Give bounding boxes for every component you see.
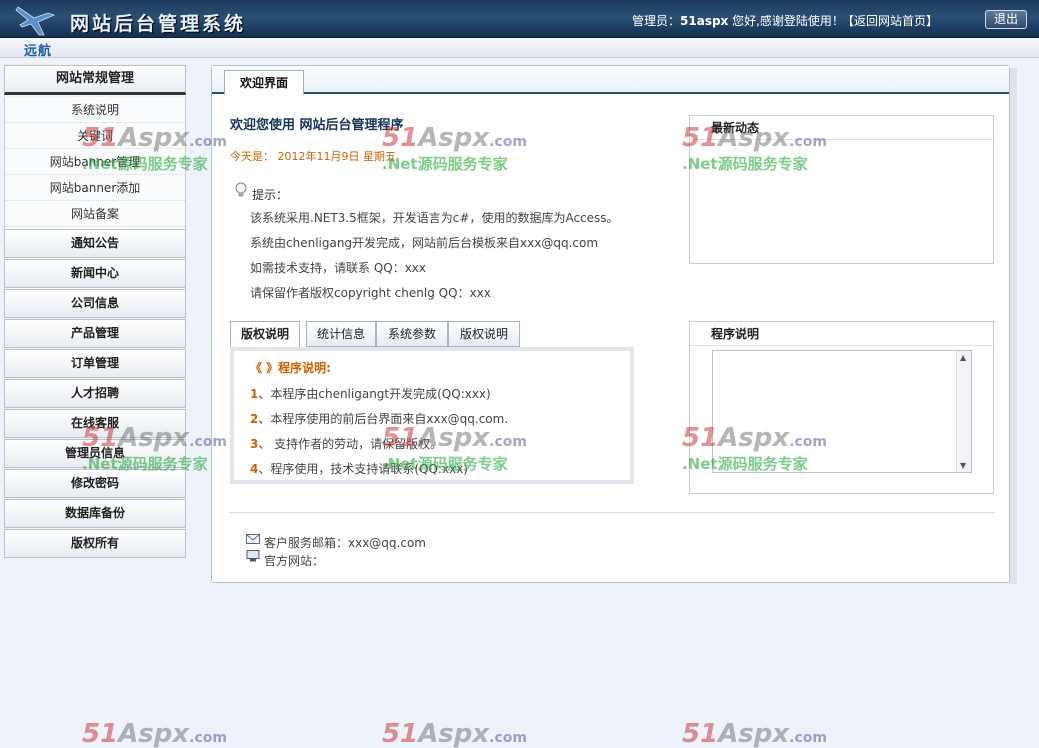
footer-divider bbox=[230, 512, 994, 513]
sidebar-item-orders[interactable]: 订单管理 bbox=[4, 349, 186, 378]
sidebar-sub-icp[interactable]: 网站备案 bbox=[5, 201, 185, 227]
watermark-com: .com bbox=[189, 730, 227, 746]
back-to-site-link[interactable]: 【返回网站首页】 bbox=[842, 12, 938, 29]
sidebar-sub-system-info[interactable]: 系统说明 bbox=[5, 97, 185, 123]
watermark-num: 51 bbox=[682, 719, 719, 748]
watermark-com: .com bbox=[789, 730, 827, 746]
main-panel-shadow bbox=[1009, 68, 1017, 584]
plane-icon bbox=[15, 6, 56, 36]
top-header: 网站后台管理系统 管理员：51aspx 您好,感谢登陆使用！ 【返回网站首页】 … bbox=[0, 0, 1039, 38]
sidebar-item-company[interactable]: 公司信息 bbox=[4, 289, 186, 318]
today-prefix: 今天是： bbox=[230, 150, 274, 163]
watermark: 51Aspx.com bbox=[682, 719, 827, 748]
sidebar-item-change-password[interactable]: 修改密码 bbox=[4, 469, 186, 498]
sidebar-item-products[interactable]: 产品管理 bbox=[4, 319, 186, 348]
sidebar-item-db-backup[interactable]: 数据库备份 bbox=[4, 499, 186, 528]
system-title: 网站后台管理系统 bbox=[70, 13, 247, 35]
scroll-down-icon[interactable]: ▼ bbox=[960, 461, 966, 470]
program-box: 程序说明 ▲ ▼ bbox=[689, 321, 994, 494]
today-value: 2012年11月9日 星期五 bbox=[277, 150, 397, 163]
tip-line-framework: 该系统采用.NET3.5框架，开发语言为c#，使用的数据库为Access。 bbox=[250, 211, 619, 225]
textarea-scrollbar[interactable]: ▲ ▼ bbox=[956, 351, 971, 472]
main-panel: 欢迎界面 欢迎您使用 网站后台管理程序 今天是： 2012年11月9日 星期五 … bbox=[211, 65, 1010, 583]
footer-email: 客户服务邮箱：xxx@qq.com bbox=[264, 536, 426, 550]
sidebar-item-online-service[interactable]: 在线客服 bbox=[4, 409, 186, 438]
tip-label: 提示： bbox=[252, 188, 289, 202]
envelope-icon bbox=[246, 534, 260, 544]
tab-welcome[interactable]: 欢迎界面 bbox=[224, 70, 304, 95]
tip-line-developer: 系统由chenligang开发完成，网站前后台模板来自xxx@qq.com bbox=[250, 236, 599, 250]
subtab-system-params[interactable]: 系统参数 bbox=[376, 321, 448, 347]
sidebar-item-copyright[interactable]: 版权所有 bbox=[4, 529, 186, 558]
tip-line-copyright: 请保留作者版权copyright chenlg QQ：xxx bbox=[250, 286, 491, 300]
sidebar-sub-banner-manage[interactable]: 网站banner管理 bbox=[5, 149, 185, 175]
admin-greeting: 管理员：51aspx 您好,感谢登陆使用！ bbox=[632, 12, 844, 29]
note-line: 2、本程序使用的前后台界面来自xxx@qq.com. bbox=[250, 410, 508, 427]
sidebar-group-general[interactable]: 网站常规管理 bbox=[4, 65, 186, 95]
note-line: 3、 支持作者的劳动，请保留版权。 bbox=[250, 435, 442, 452]
lightbulb-icon bbox=[235, 182, 247, 197]
note-line: 4、程序使用，技术支持请联系(QQ:xxx) bbox=[250, 460, 468, 477]
admin-suffix: 您好,感谢登陆使用！ bbox=[728, 14, 844, 28]
subtab-copyright-2[interactable]: 版权说明 bbox=[448, 321, 520, 347]
watermark-com: .com bbox=[489, 730, 527, 746]
admin-prefix: 管理员： bbox=[632, 14, 681, 28]
watermark-aspx: Aspx bbox=[118, 719, 190, 748]
footer-site: 官方网站： bbox=[264, 554, 325, 568]
note-text: 、程序使用，技术支持请联系(QQ:xxx) bbox=[258, 462, 468, 476]
info-subtabs: 版权说明 统计信息 系统参数 版权说明 bbox=[230, 321, 522, 347]
sidebar-item-jobs[interactable]: 人才招聘 bbox=[4, 379, 186, 408]
subtab-copyright[interactable]: 版权说明 bbox=[230, 321, 300, 347]
watermark: 51Aspx.com bbox=[82, 719, 227, 748]
watermark-aspx: Aspx bbox=[418, 719, 490, 748]
logout-button[interactable]: 退出 bbox=[985, 10, 1027, 29]
news-box: 最新动态 bbox=[689, 115, 994, 264]
sidebar-sub-banner-add[interactable]: 网站banner添加 bbox=[5, 175, 185, 201]
notes-title: 《 》程序说明: bbox=[250, 361, 331, 375]
watermark-aspx: Aspx bbox=[718, 719, 790, 748]
tip-line-support: 如需技术支持，请联系 QQ：xxx bbox=[250, 261, 427, 275]
sidebar-item-notice[interactable]: 通知公告 bbox=[4, 229, 186, 258]
note-line: 1、本程序由chenligangt开发完成(QQ:xxx) bbox=[250, 385, 491, 402]
news-box-title: 最新动态 bbox=[690, 116, 993, 140]
sidebar-item-admin-info[interactable]: 管理员信息 bbox=[4, 439, 186, 468]
note-text: 、本程序使用的前后台界面来自xxx@qq.com. bbox=[258, 412, 509, 426]
logo-text: 远航 bbox=[24, 44, 53, 59]
sidebar-item-news[interactable]: 新闻中心 bbox=[4, 259, 186, 288]
note-text: 、本程序由chenligangt开发完成(QQ:xxx) bbox=[258, 387, 491, 401]
scroll-up-icon[interactable]: ▲ bbox=[960, 353, 966, 362]
computer-icon bbox=[246, 550, 260, 562]
subtab-statistics[interactable]: 统计信息 bbox=[306, 321, 376, 347]
watermark-num: 51 bbox=[82, 719, 119, 748]
today-date: 今天是： 2012年11月9日 星期五 bbox=[230, 148, 396, 164]
watermark-num: 51 bbox=[382, 719, 419, 748]
watermark: 51Aspx.com bbox=[382, 719, 527, 748]
admin-name: 51aspx bbox=[680, 14, 729, 28]
notes-panel: 《 》程序说明: 1、本程序由chenligangt开发完成(QQ:xxx) 2… bbox=[230, 347, 634, 484]
note-text: 、 支持作者的劳动，请保留版权。 bbox=[258, 437, 443, 451]
main-tabbar: 欢迎界面 bbox=[212, 66, 1009, 95]
header-subbar bbox=[0, 39, 1039, 58]
sidebar-sub-keywords[interactable]: 关键词 bbox=[5, 123, 185, 149]
program-textarea[interactable]: ▲ ▼ bbox=[712, 350, 972, 473]
welcome-title: 欢迎您使用 网站后台管理程序 bbox=[230, 118, 404, 133]
program-box-title: 程序说明 bbox=[690, 322, 993, 346]
sidebar: 网站常规管理 系统说明 关键词 网站banner管理 网站banner添加 网站… bbox=[4, 65, 186, 560]
